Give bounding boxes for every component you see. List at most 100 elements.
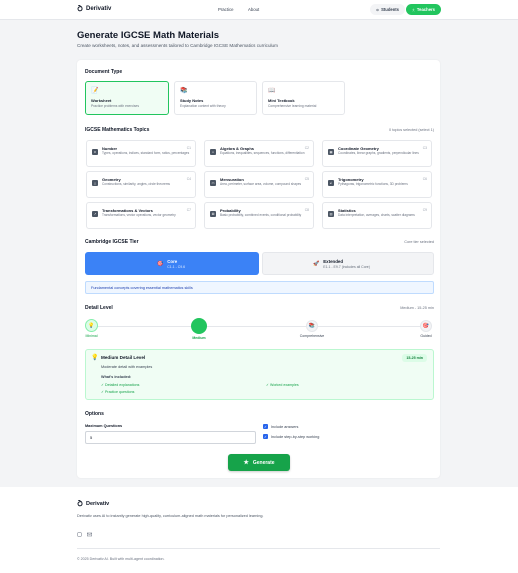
teachers-label: Teachers bbox=[416, 7, 435, 12]
topic-statistics[interactable]: ▥ Statistics Data interpretation, averag… bbox=[322, 202, 432, 229]
tier-info-banner: Fundamental concepts covering essential … bbox=[85, 281, 434, 294]
detail-card-title: Medium Detail Level bbox=[101, 355, 146, 360]
page-subtitle: Create worksheets, notes, and assessment… bbox=[77, 43, 278, 48]
options-heading: Options bbox=[85, 411, 104, 417]
topic-trigonometry[interactable]: ∠ Trigonometry Pythagoras, trigonometric… bbox=[322, 171, 432, 198]
doc-type-desc: Comprehensive learning material bbox=[268, 104, 317, 108]
topic-code: C9 bbox=[422, 208, 427, 212]
include-working-checkbox[interactable]: ✓ Include step-by-step working bbox=[263, 434, 319, 439]
include-answers-label: Include answers bbox=[271, 424, 299, 429]
topics-heading: IGCSE Mathematics Topics bbox=[85, 127, 150, 133]
page-title: Generate IGCSE Math Materials bbox=[77, 30, 220, 41]
students-button[interactable]: Students bbox=[370, 4, 405, 15]
topic-transformations[interactable]: ↗ Transformations & Vectors Transformati… bbox=[86, 202, 196, 229]
included-item: ✓ Detailed explanations bbox=[101, 383, 139, 387]
level-minimal[interactable]: 💡 Minimal bbox=[84, 319, 99, 338]
level-medium[interactable]: Medium bbox=[189, 318, 209, 340]
topic-desc: Types, operations, indices, standard for… bbox=[102, 151, 190, 155]
topic-mensuration[interactable]: ▭ Mensuration Area, perimeter, surface a… bbox=[204, 171, 314, 198]
topic-code: C1 bbox=[186, 146, 191, 150]
detail-selected-text: Medium - 15-25 min bbox=[400, 306, 434, 310]
user-icon bbox=[412, 8, 415, 11]
included-item-text: Practice questions bbox=[105, 390, 135, 394]
topic-desc: Pythagoras, trigonometric functions, 3D … bbox=[338, 182, 408, 186]
topic-desc: Data interpretation, averages, charts, s… bbox=[338, 213, 415, 217]
topic-desc: Area, perimeter, surface area, volume, c… bbox=[220, 182, 302, 186]
variable-icon: x bbox=[210, 149, 216, 155]
lightbulb-icon: 💡 bbox=[85, 319, 98, 332]
bar-chart-icon: ▥ bbox=[328, 211, 334, 217]
topic-code: C8 bbox=[304, 208, 309, 212]
topic-code: C2 bbox=[304, 146, 309, 150]
github-icon[interactable] bbox=[77, 532, 82, 537]
hash-icon: # bbox=[92, 149, 98, 155]
doc-type-title: Worksheet bbox=[91, 98, 112, 103]
eye-icon bbox=[376, 8, 380, 11]
tier-name: Extended bbox=[323, 258, 343, 264]
checkbox-checked-icon: ✓ bbox=[263, 424, 268, 429]
copyright: © 2025 Derivativ AI. Built with multi-ag… bbox=[77, 557, 165, 561]
doc-type-desc: Explanation content with theory bbox=[180, 104, 226, 108]
doc-type-study-notes[interactable]: 📚 Study Notes Explanation content with t… bbox=[174, 81, 257, 115]
topic-algebra[interactable]: x Algebra & Graphs Equations, inequaliti… bbox=[204, 140, 314, 167]
topic-coordinate-geometry[interactable]: ▦ Coordinate Geometry Coordinates, linea… bbox=[322, 140, 432, 167]
ruler-icon: ▭ bbox=[210, 180, 216, 186]
max-questions-label: Maximum Questions bbox=[85, 424, 123, 428]
include-answers-checkbox[interactable]: ✓ Include answers bbox=[263, 424, 298, 429]
topic-code: C5 bbox=[304, 177, 309, 181]
tier-extended-button[interactable]: 🚀 Extended E1.1 - E9.7 (includes all Cor… bbox=[262, 252, 434, 275]
detail-heading: Detail Level bbox=[85, 305, 113, 311]
topic-geometry[interactable]: △ Geometry Constructions, similarity, an… bbox=[86, 171, 196, 198]
detail-summary-card: 💡 Medium Detail Level 15-25 min Moderate… bbox=[85, 349, 434, 400]
target-icon: 🎯 bbox=[157, 260, 164, 267]
selected-level-dot bbox=[191, 318, 207, 334]
derivativ-logo-icon bbox=[77, 500, 83, 507]
document-type-heading: Document Type bbox=[85, 69, 123, 75]
included-label: What's included: bbox=[101, 375, 132, 379]
included-item-text: Worked examples bbox=[270, 383, 299, 387]
target-icon: 🎯 bbox=[420, 320, 432, 332]
doc-type-worksheet[interactable]: 📝 Worksheet Practice problems with exerc… bbox=[85, 81, 169, 115]
level-label: Comprehensive bbox=[299, 334, 325, 338]
students-label: Students bbox=[381, 7, 399, 12]
books-icon: 📚 bbox=[180, 88, 188, 94]
topic-desc: Basic probability, combined events, cond… bbox=[220, 213, 302, 217]
graph-icon: ▦ bbox=[328, 149, 334, 155]
doc-type-mini-textbook[interactable]: 📖 Mini Textbook Comprehensive learning m… bbox=[262, 81, 345, 115]
included-item: ✓ Practice questions bbox=[101, 390, 134, 394]
level-guided[interactable]: 🎯 Guided bbox=[418, 320, 434, 338]
nav-about[interactable]: About bbox=[248, 7, 259, 12]
generate-button[interactable]: ★ Generate bbox=[228, 454, 290, 471]
topics-selected-count: 0 topics selected (select 1) bbox=[389, 128, 434, 132]
footer-icons bbox=[77, 532, 92, 537]
nav-practice[interactable]: Practice bbox=[218, 7, 234, 12]
topic-probability[interactable]: ⚄ Probability Basic probability, combine… bbox=[204, 202, 314, 229]
checkbox-checked-icon: ✓ bbox=[263, 434, 268, 439]
angle-icon: ∠ bbox=[328, 180, 334, 186]
topic-number[interactable]: # Number Types, operations, indices, sta… bbox=[86, 140, 196, 167]
books-icon: 📚 bbox=[306, 320, 318, 332]
topic-desc: Coordinates, linear graphs, gradients, p… bbox=[338, 151, 419, 155]
teachers-button[interactable]: Teachers bbox=[406, 4, 441, 15]
time-badge: 15-25 min bbox=[402, 354, 427, 362]
topic-code: C4 bbox=[186, 177, 191, 181]
max-questions-input[interactable] bbox=[85, 431, 256, 444]
tier-name: Core bbox=[167, 258, 178, 264]
detail-slider-track[interactable] bbox=[91, 326, 426, 327]
rocket-icon: 🚀 bbox=[313, 260, 320, 267]
tier-range: C1.1 - C9.6 bbox=[167, 264, 186, 269]
footer-description: Derivativ uses AI to instantly generate … bbox=[77, 514, 264, 518]
doc-type-title: Study Notes bbox=[180, 98, 204, 103]
level-comprehensive[interactable]: 📚 Comprehensive bbox=[297, 320, 327, 338]
topic-desc: Equations, inequalities, sequences, func… bbox=[220, 151, 305, 155]
brand-logo[interactable]: Derivativ bbox=[77, 5, 111, 12]
include-working-label: Include step-by-step working bbox=[271, 434, 320, 439]
topic-desc: Constructions, similarity, angles, circl… bbox=[102, 182, 170, 186]
tier-core-button[interactable]: 🎯 Core C1.1 - C9.6 bbox=[85, 252, 259, 275]
footer-brand-name: Derivativ bbox=[86, 500, 110, 507]
dice-icon: ⚄ bbox=[210, 211, 216, 217]
footer-brand[interactable]: Derivativ bbox=[77, 500, 109, 507]
included-item: ✓ Worked examples bbox=[266, 383, 299, 387]
topic-code: C7 bbox=[186, 208, 191, 212]
mail-icon[interactable] bbox=[87, 532, 92, 537]
